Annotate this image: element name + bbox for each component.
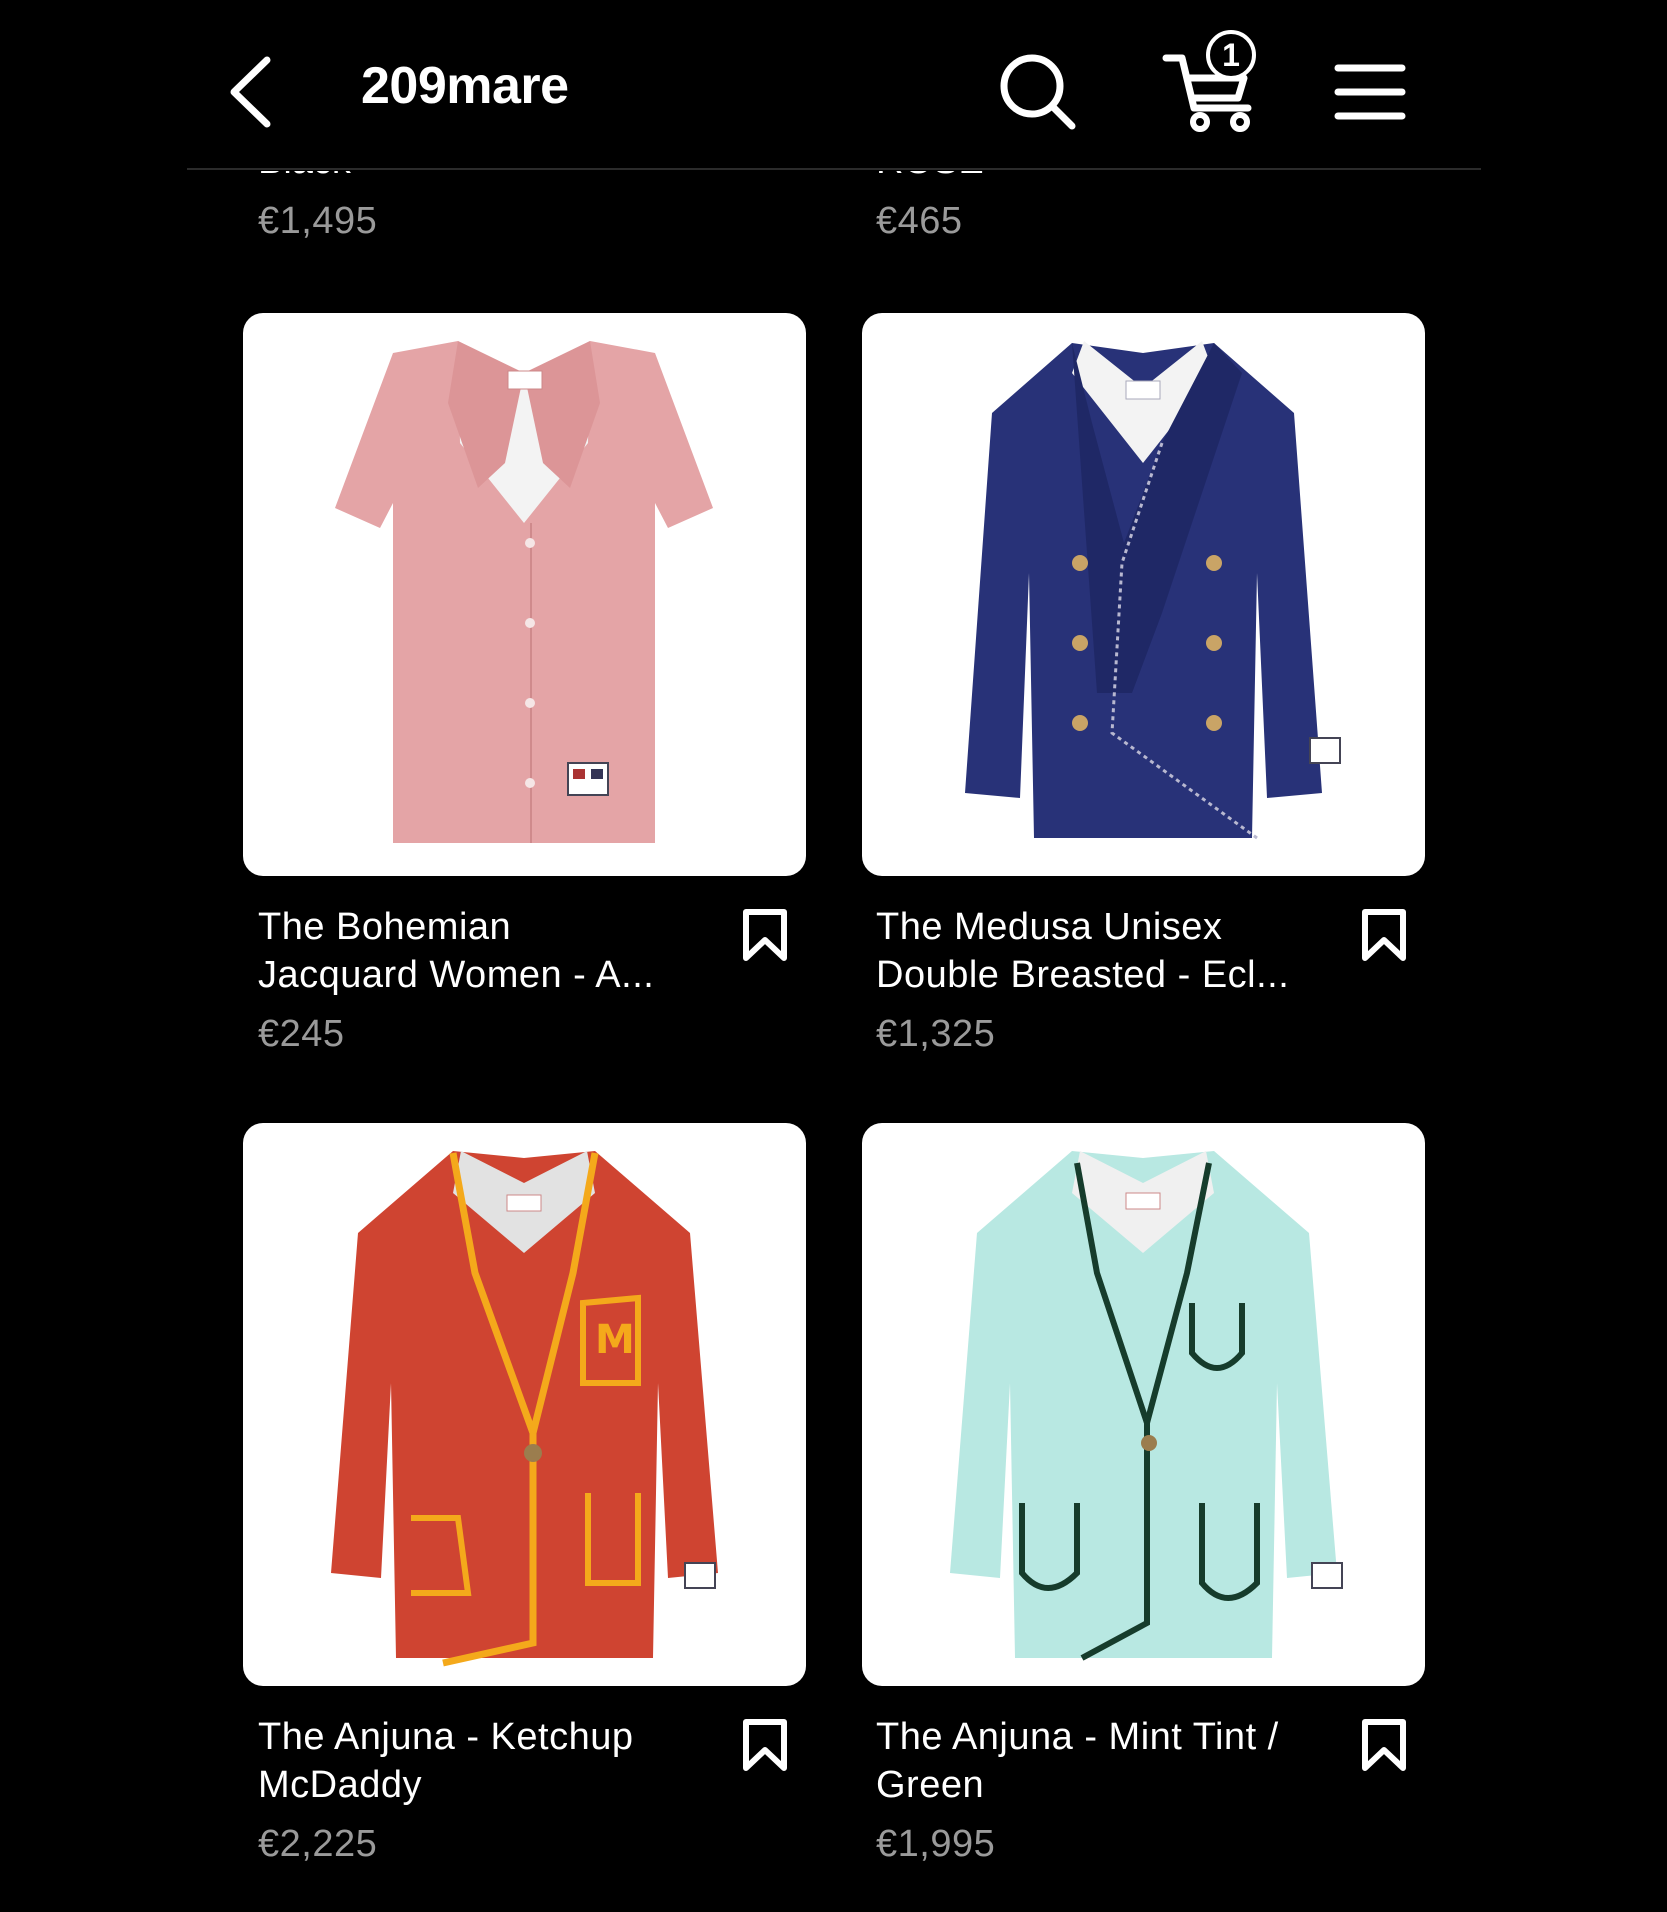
store-title: 209mare: [361, 57, 569, 115]
product-price-mint-tint: €1,995: [876, 1823, 996, 1865]
svg-text:M: M: [595, 1317, 635, 1363]
menu-button[interactable]: [1334, 60, 1406, 124]
navy-blazer-image: [965, 341, 1341, 840]
search-icon: [1000, 54, 1076, 130]
red-blazer-image: M: [331, 1151, 718, 1667]
bookmark-button[interactable]: [1359, 908, 1409, 964]
product-name-bohemian[interactable]: The Bohemian Jacquard Women - A...: [258, 903, 728, 999]
product-name-medusa[interactable]: The Medusa Unisex Double Breasted - Ecl.…: [876, 903, 1346, 999]
mint-blazer-image: [950, 1151, 1343, 1661]
bookmark-icon: [1362, 909, 1406, 961]
product-name-line: The Medusa Unisex: [876, 906, 1223, 948]
bookmark-icon: [1362, 1719, 1406, 1771]
bookmark-button[interactable]: [740, 908, 790, 964]
bookmark-icon: [743, 909, 787, 961]
pink-shirt-image: [335, 341, 713, 843]
product-image-medusa[interactable]: [862, 313, 1425, 876]
product-price-bohemian: €245: [258, 1013, 345, 1055]
product-name-line: The Anjuna - Ketchup: [258, 1716, 634, 1758]
product-price-medusa: €1,325: [876, 1013, 996, 1055]
header-divider: [187, 168, 1481, 170]
bookmark-button[interactable]: [1359, 1718, 1409, 1774]
product-name-mint-tint[interactable]: The Anjuna - Mint Tint / Green: [876, 1713, 1346, 1809]
product-name-line: Green: [876, 1764, 985, 1806]
product-image-bohemian[interactable]: [243, 313, 806, 876]
bookmark-button[interactable]: [740, 1718, 790, 1774]
product-name-line: The Bohemian: [258, 906, 512, 948]
product-name-ketchup-mcdaddy[interactable]: The Anjuna - Ketchup McDaddy: [258, 1713, 728, 1809]
search-button[interactable]: [996, 50, 1080, 134]
product-name-line: Double Breasted - Ecl...: [876, 954, 1290, 996]
product-price-ketchup-mcdaddy: €2,225: [258, 1823, 378, 1865]
bookmark-icon: [743, 1719, 787, 1771]
product-name-line: Jacquard Women - A...: [258, 954, 655, 996]
product-image-ketchup-mcdaddy[interactable]: M: [243, 1123, 806, 1686]
back-arrow-icon: [230, 56, 271, 128]
top-nav-bar: 209mare 1: [0, 0, 1667, 170]
partial-product-price-1: €1,495: [258, 200, 378, 242]
partial-product-price-2: €465: [876, 200, 963, 242]
product-image-mint-tint[interactable]: [862, 1123, 1425, 1686]
product-name-line: McDaddy: [258, 1764, 422, 1806]
back-button[interactable]: [222, 52, 292, 132]
cart-count-badge: 1: [1206, 30, 1256, 80]
menu-icon: [1334, 64, 1406, 120]
product-name-line: The Anjuna - Mint Tint /: [876, 1716, 1279, 1758]
